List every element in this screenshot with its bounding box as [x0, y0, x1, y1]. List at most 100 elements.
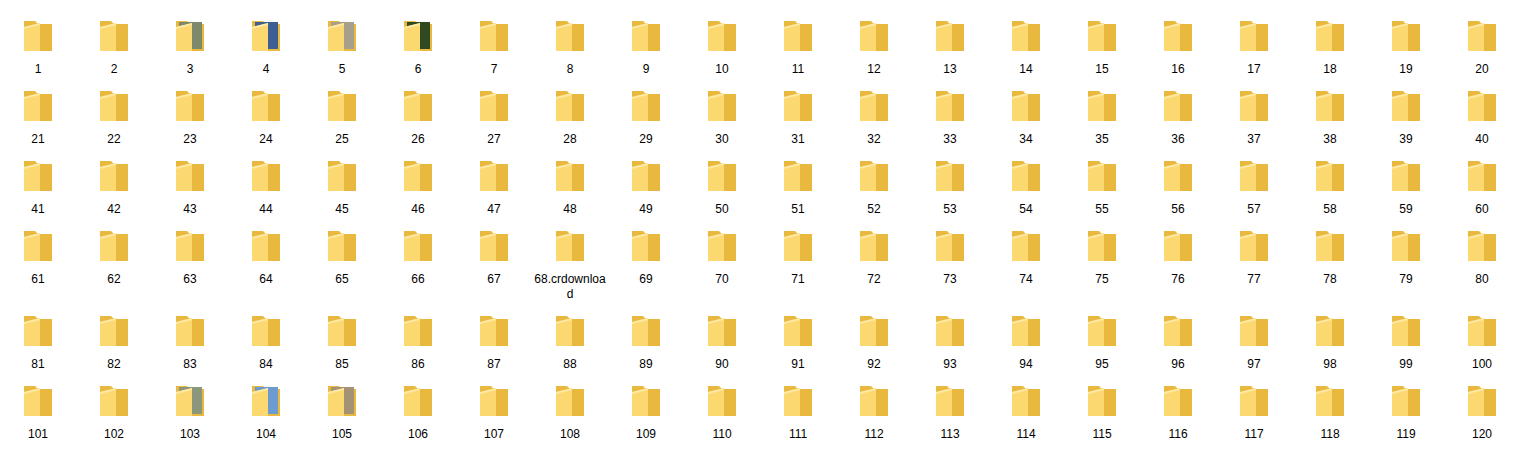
folder-item[interactable]: 82 [76, 311, 152, 381]
folder-item[interactable]: 117 [1216, 381, 1292, 451]
folder-item[interactable]: 111 [760, 381, 836, 451]
folder-item[interactable]: 29 [608, 86, 684, 156]
folder-item[interactable]: 62 [76, 226, 152, 296]
folder-item[interactable]: 34 [988, 86, 1064, 156]
folder-item[interactable]: 53 [912, 156, 988, 226]
folder-item[interactable]: 42 [76, 156, 152, 226]
folder-item[interactable]: 118 [1292, 381, 1368, 451]
folder-item[interactable]: 90 [684, 311, 760, 381]
folder-item[interactable]: 5 [304, 16, 380, 86]
folder-item[interactable]: 67 [456, 226, 532, 296]
folder-item[interactable]: 61 [0, 226, 76, 296]
folder-item[interactable]: 105 [304, 381, 380, 451]
folder-item[interactable]: 78 [1292, 226, 1368, 296]
folder-item[interactable]: 80 [1444, 226, 1520, 296]
folder-item[interactable]: 48 [532, 156, 608, 226]
folder-item[interactable]: 6 [380, 16, 456, 86]
folder-item[interactable]: 55 [1064, 156, 1140, 226]
folder-item[interactable]: 75 [1064, 226, 1140, 296]
folder-item[interactable]: 8 [532, 16, 608, 86]
folder-item[interactable]: 11 [760, 16, 836, 86]
folder-item[interactable]: 12 [836, 16, 912, 86]
folder-item[interactable]: 87 [456, 311, 532, 381]
folder-item[interactable]: 59 [1368, 156, 1444, 226]
folder-item[interactable]: 56 [1140, 156, 1216, 226]
folder-item[interactable]: 94 [988, 311, 1064, 381]
folder-item[interactable]: 44 [228, 156, 304, 226]
folder-item[interactable]: 3 [152, 16, 228, 86]
folder-item[interactable]: 99 [1368, 311, 1444, 381]
folder-item[interactable]: 41 [0, 156, 76, 226]
folder-item[interactable]: 9 [608, 16, 684, 86]
folder-item[interactable]: 22 [76, 86, 152, 156]
folder-item[interactable]: 7 [456, 16, 532, 86]
folder-item[interactable]: 98 [1292, 311, 1368, 381]
folder-item[interactable]: 50 [684, 156, 760, 226]
folder-item[interactable]: 101 [0, 381, 76, 451]
folder-item[interactable]: 104 [228, 381, 304, 451]
folder-item[interactable]: 31 [760, 86, 836, 156]
folder-item[interactable]: 93 [912, 311, 988, 381]
folder-item[interactable]: 39 [1368, 86, 1444, 156]
folder-item[interactable]: 30 [684, 86, 760, 156]
folder-item[interactable]: 106 [380, 381, 456, 451]
folder-item[interactable]: 51 [760, 156, 836, 226]
folder-item[interactable]: 112 [836, 381, 912, 451]
folder-item[interactable]: 113 [912, 381, 988, 451]
folder-item[interactable]: 60 [1444, 156, 1520, 226]
folder-item[interactable]: 85 [304, 311, 380, 381]
folder-item[interactable]: 79 [1368, 226, 1444, 296]
folder-item[interactable]: 57 [1216, 156, 1292, 226]
folder-item[interactable]: 49 [608, 156, 684, 226]
folder-item[interactable]: 37 [1216, 86, 1292, 156]
folder-item[interactable]: 28 [532, 86, 608, 156]
folder-item[interactable]: 86 [380, 311, 456, 381]
folder-item[interactable]: 97 [1216, 311, 1292, 381]
folder-item[interactable]: 1 [0, 16, 76, 86]
folder-item[interactable]: 96 [1140, 311, 1216, 381]
folder-item[interactable]: 71 [760, 226, 836, 296]
folder-item[interactable]: 38 [1292, 86, 1368, 156]
folder-item[interactable]: 24 [228, 86, 304, 156]
folder-item[interactable]: 102 [76, 381, 152, 451]
folder-item[interactable]: 114 [988, 381, 1064, 451]
folder-item[interactable]: 88 [532, 311, 608, 381]
folder-item[interactable]: 83 [152, 311, 228, 381]
folder-item[interactable]: 84 [228, 311, 304, 381]
folder-item[interactable]: 100 [1444, 311, 1520, 381]
folder-item[interactable]: 109 [608, 381, 684, 451]
folder-item[interactable]: 40 [1444, 86, 1520, 156]
folder-item[interactable]: 35 [1064, 86, 1140, 156]
folder-item[interactable]: 108 [532, 381, 608, 451]
folder-item[interactable]: 66 [380, 226, 456, 296]
folder-item[interactable]: 18 [1292, 16, 1368, 86]
folder-item[interactable]: 25 [304, 86, 380, 156]
folder-item[interactable]: 4 [228, 16, 304, 86]
folder-item[interactable]: 68.crdownload [532, 226, 608, 311]
folder-item[interactable]: 63 [152, 226, 228, 296]
folder-item[interactable]: 36 [1140, 86, 1216, 156]
folder-item[interactable]: 73 [912, 226, 988, 296]
folder-item[interactable]: 89 [608, 311, 684, 381]
folder-item[interactable]: 65 [304, 226, 380, 296]
folder-item[interactable]: 32 [836, 86, 912, 156]
folder-item[interactable]: 116 [1140, 381, 1216, 451]
folder-item[interactable]: 10 [684, 16, 760, 86]
folder-item[interactable]: 47 [456, 156, 532, 226]
folder-item[interactable]: 76 [1140, 226, 1216, 296]
folder-item[interactable]: 64 [228, 226, 304, 296]
folder-item[interactable]: 119 [1368, 381, 1444, 451]
folder-item[interactable]: 19 [1368, 16, 1444, 86]
folder-item[interactable]: 95 [1064, 311, 1140, 381]
folder-item[interactable]: 52 [836, 156, 912, 226]
folder-item[interactable]: 77 [1216, 226, 1292, 296]
folder-item[interactable]: 107 [456, 381, 532, 451]
folder-item[interactable]: 20 [1444, 16, 1520, 86]
folder-item[interactable]: 81 [0, 311, 76, 381]
folder-item[interactable]: 115 [1064, 381, 1140, 451]
folder-item[interactable]: 54 [988, 156, 1064, 226]
folder-item[interactable]: 21 [0, 86, 76, 156]
folder-item[interactable]: 33 [912, 86, 988, 156]
folder-item[interactable]: 17 [1216, 16, 1292, 86]
folder-item[interactable]: 120 [1444, 381, 1520, 451]
